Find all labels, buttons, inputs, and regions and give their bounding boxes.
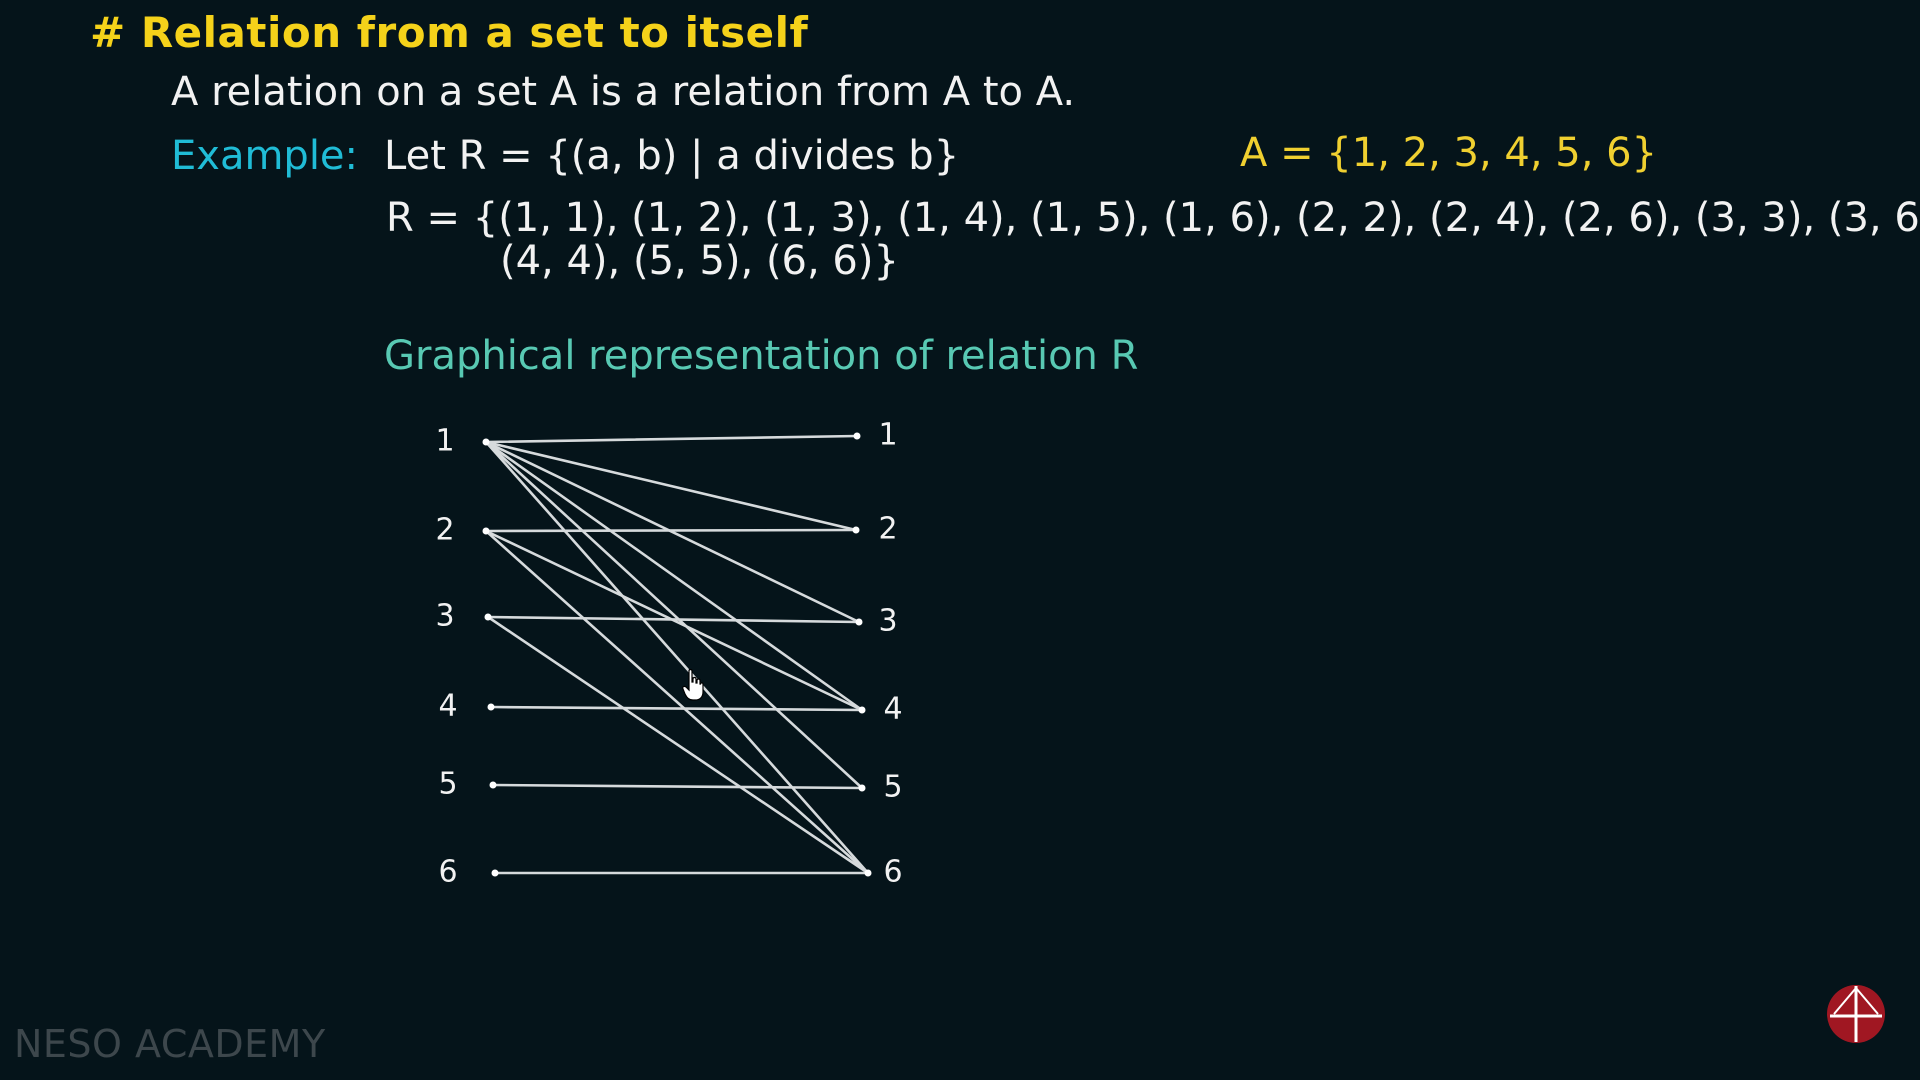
right-node-label-3: 3 bbox=[878, 604, 897, 639]
right-node-1 bbox=[853, 432, 861, 440]
watermark: NESO ACADEMY bbox=[14, 1022, 326, 1066]
left-node-label-5: 5 bbox=[438, 767, 457, 802]
left-node-label-6: 6 bbox=[438, 855, 457, 890]
right-node-2 bbox=[852, 526, 860, 534]
edge-5-5 bbox=[491, 783, 864, 790]
left-node-label-1: 1 bbox=[435, 424, 454, 459]
left-node-2 bbox=[482, 527, 490, 535]
right-node-label-2: 2 bbox=[878, 512, 897, 547]
right-node-label-5: 5 bbox=[883, 770, 902, 805]
hand-pointer-icon bbox=[682, 668, 704, 706]
right-node-6 bbox=[864, 869, 872, 877]
left-node-5 bbox=[489, 781, 497, 789]
edge-4-4 bbox=[489, 705, 864, 712]
right-node-label-6: 6 bbox=[883, 855, 902, 890]
edge-1-5 bbox=[484, 440, 864, 790]
left-node-label-4: 4 bbox=[438, 689, 457, 724]
relation-graph: 1 2 3 4 5 6 1 2 3 4 5 6 bbox=[435, 418, 902, 890]
edge-2-6 bbox=[484, 529, 870, 875]
right-node-3 bbox=[855, 618, 863, 626]
left-node-4 bbox=[487, 703, 495, 711]
edge-3-6 bbox=[486, 615, 870, 875]
edge-1-2 bbox=[484, 440, 858, 532]
edge-1-6 bbox=[484, 440, 870, 875]
edge-1-1 bbox=[484, 434, 859, 444]
neso-academy-logo-icon bbox=[1826, 984, 1886, 1048]
right-node-5 bbox=[858, 784, 866, 792]
left-node-6 bbox=[491, 869, 499, 877]
right-node-label-1: 1 bbox=[878, 418, 897, 453]
right-node-4 bbox=[858, 706, 866, 714]
right-node-label-4: 4 bbox=[883, 692, 902, 727]
edge-2-2 bbox=[484, 528, 858, 533]
edge-1-4 bbox=[484, 440, 864, 712]
left-node-label-3: 3 bbox=[435, 599, 454, 634]
left-node-1 bbox=[482, 438, 490, 446]
left-node-label-2: 2 bbox=[435, 513, 454, 548]
left-node-3 bbox=[484, 613, 492, 621]
